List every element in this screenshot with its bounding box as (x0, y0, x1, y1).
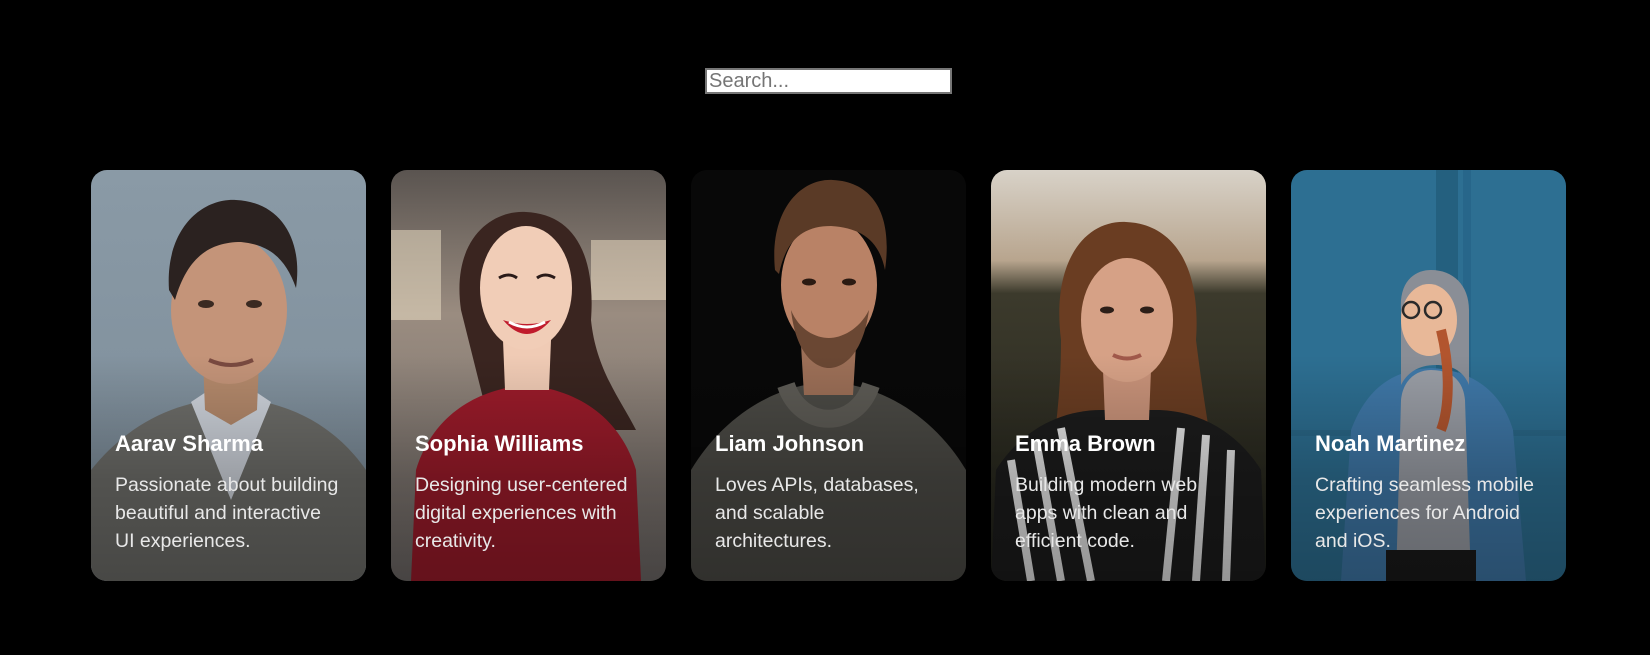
profile-card[interactable]: Sophia Williams Designing user-centered … (391, 170, 666, 581)
profile-card[interactable]: Emma Brown Building modern web apps with… (991, 170, 1266, 581)
profile-name: Liam Johnson (715, 431, 865, 456)
profile-name: Emma Brown (1015, 431, 1156, 456)
profile-name: Sophia Williams (415, 431, 584, 456)
profile-name: Noah Martinez (1315, 431, 1466, 456)
profile-card[interactable]: Noah Martinez Crafting seamless mobile e… (1291, 170, 1566, 581)
card-info: Emma Brown Building modern web apps with… (1015, 431, 1242, 555)
card-info: Sophia Williams Designing user-centered … (415, 431, 642, 555)
profile-bio: Loves APIs, databases, and scalable arch… (715, 474, 919, 552)
card-info: Liam Johnson Loves APIs, databases, and … (715, 431, 942, 555)
profile-bio: Passionate about building beautiful and … (115, 474, 339, 552)
search-input[interactable] (705, 68, 952, 94)
profile-bio: Designing user-centered digital experien… (415, 474, 628, 552)
profile-card-list: Aarav Sharma Passionate about building b… (91, 170, 1566, 581)
profile-card[interactable]: Liam Johnson Loves APIs, databases, and … (691, 170, 966, 581)
card-info: Aarav Sharma Passionate about building b… (115, 431, 342, 555)
profile-card[interactable]: Aarav Sharma Passionate about building b… (91, 170, 366, 581)
profile-bio: Crafting seamless mobile experiences for… (1315, 474, 1534, 552)
profile-name: Aarav Sharma (115, 431, 263, 456)
card-info: Noah Martinez Crafting seamless mobile e… (1315, 431, 1542, 555)
page: Aarav Sharma Passionate about building b… (0, 0, 1650, 655)
profile-bio: Building modern web apps with clean and … (1015, 474, 1198, 552)
